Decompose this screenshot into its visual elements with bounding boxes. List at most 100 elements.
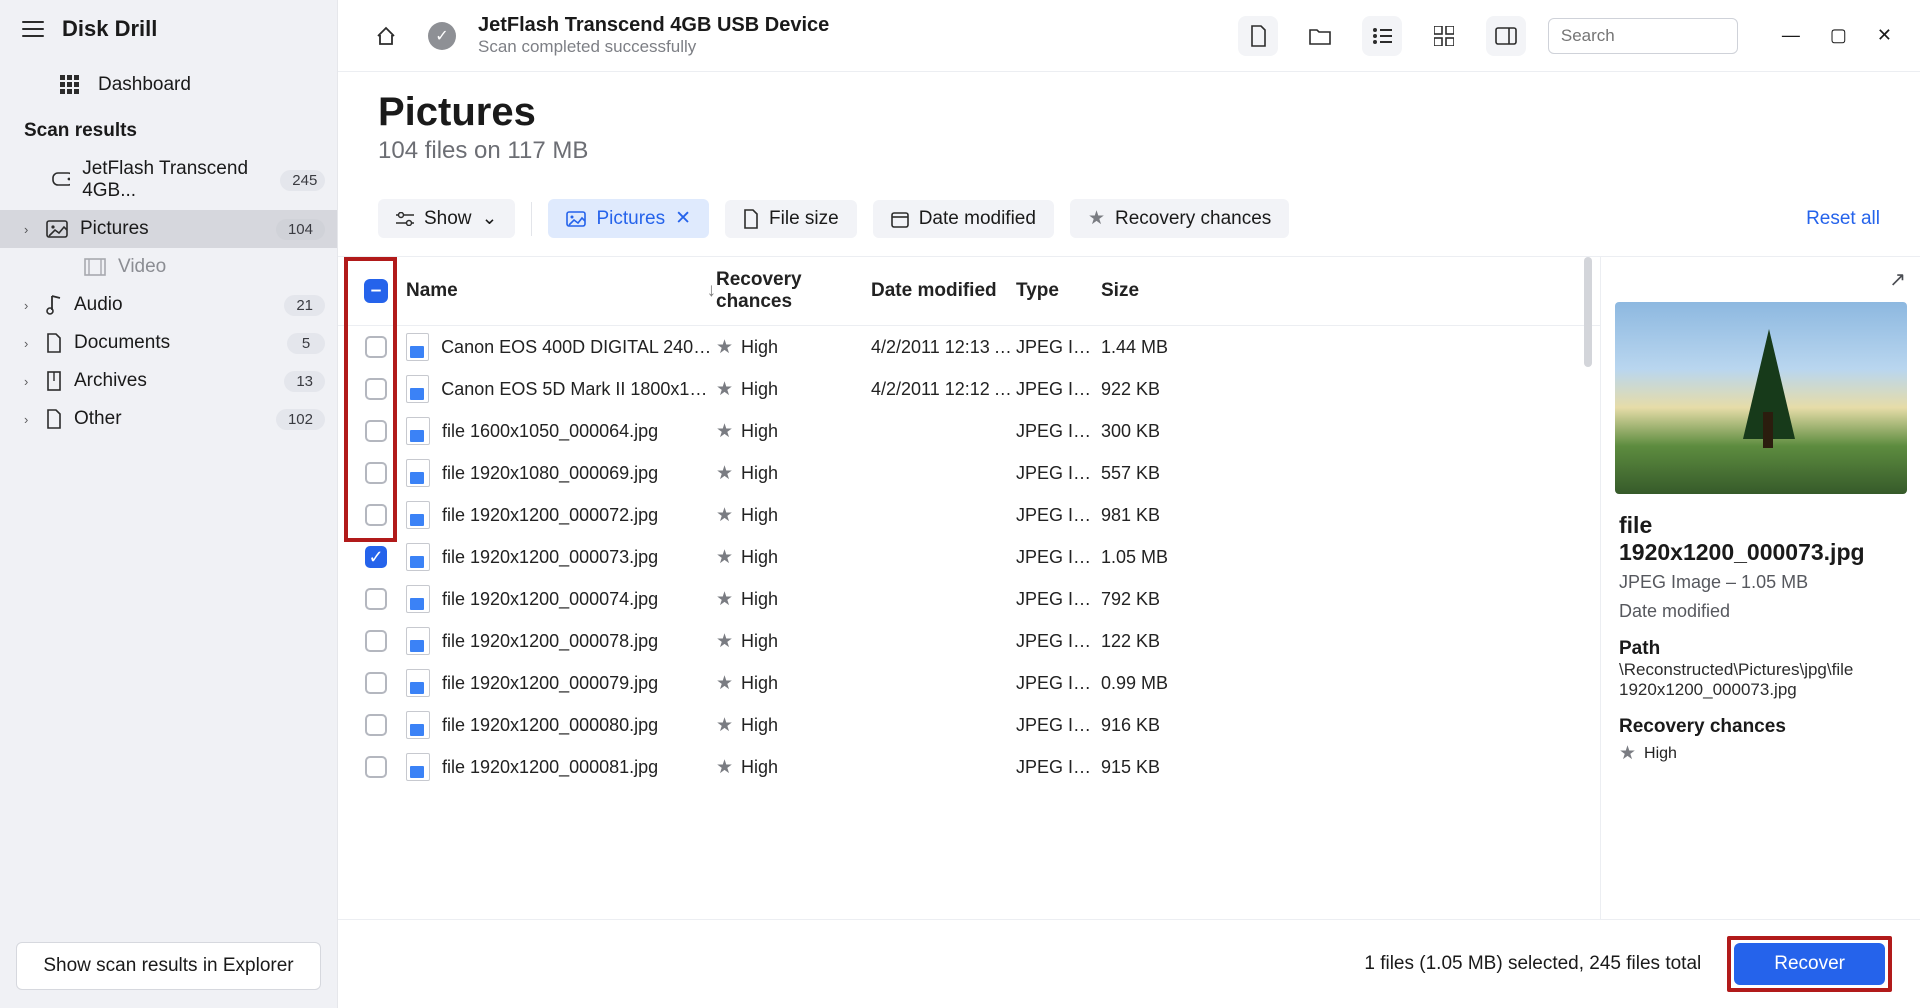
tree-item-audio[interactable]: ›Audio21 bbox=[0, 286, 337, 324]
search-box[interactable] bbox=[1548, 18, 1738, 54]
row-checkbox[interactable] bbox=[365, 462, 387, 484]
tree-item-video[interactable]: Video bbox=[0, 248, 337, 286]
file-type-icon bbox=[406, 543, 430, 571]
table-row[interactable]: ✓file 1920x1200_000073.jpg★HighJPEG Im..… bbox=[338, 536, 1600, 578]
row-checkbox[interactable] bbox=[365, 378, 387, 400]
star-icon: ★ bbox=[716, 462, 733, 485]
type-value: JPEG Im... bbox=[1016, 673, 1101, 694]
table-row[interactable]: file 1920x1200_000079.jpg★HighJPEG Im...… bbox=[338, 662, 1600, 704]
row-checkbox[interactable] bbox=[365, 420, 387, 442]
selection-status: 1 files (1.05 MB) selected, 245 files to… bbox=[1364, 953, 1701, 975]
file-name: file 1920x1200_000074.jpg bbox=[442, 589, 658, 610]
file-name: file 1920x1080_000069.jpg bbox=[442, 463, 658, 484]
minimize-icon[interactable]: — bbox=[1782, 25, 1800, 46]
file-name: Canon EOS 5D Mark II 1800x120... bbox=[441, 379, 716, 400]
size-value: 1.44 MB bbox=[1101, 337, 1201, 358]
open-external-icon[interactable]: ↗ bbox=[1889, 267, 1906, 292]
category-icon bbox=[46, 371, 62, 391]
table-row[interactable]: file 1920x1200_000080.jpg★HighJPEG Im...… bbox=[338, 704, 1600, 746]
tree-label: Documents bbox=[74, 332, 170, 354]
size-value: 792 KB bbox=[1101, 589, 1201, 610]
row-checkbox[interactable] bbox=[365, 588, 387, 610]
recovery-value: High bbox=[741, 589, 778, 610]
file-view-icon[interactable] bbox=[1238, 16, 1278, 56]
category-icon bbox=[46, 220, 68, 238]
row-checkbox[interactable] bbox=[365, 756, 387, 778]
col-date[interactable]: Date modified bbox=[871, 280, 1016, 302]
folder-view-icon[interactable] bbox=[1300, 16, 1340, 56]
reset-all-link[interactable]: Reset all bbox=[1806, 208, 1880, 230]
image-icon bbox=[566, 211, 586, 227]
filter-pictures[interactable]: Pictures ✕ bbox=[548, 199, 709, 238]
type-value: JPEG Im... bbox=[1016, 631, 1101, 652]
recovery-value: High bbox=[741, 379, 778, 400]
filter-recovery[interactable]: ★ Recovery chances bbox=[1070, 199, 1289, 238]
row-checkbox[interactable] bbox=[365, 672, 387, 694]
table-row[interactable]: Canon EOS 400D DIGITAL 2400x...★High4/2/… bbox=[338, 326, 1600, 368]
scan-subtitle: Scan completed successfully bbox=[478, 37, 829, 57]
tree-item-documents[interactable]: ›Documents5 bbox=[0, 324, 337, 362]
tree-label: Other bbox=[74, 408, 122, 430]
maximize-icon[interactable]: ▢ bbox=[1830, 25, 1847, 46]
file-type-icon bbox=[406, 711, 430, 739]
status-check-icon: ✓ bbox=[428, 22, 456, 50]
category-icon bbox=[46, 294, 62, 316]
row-checkbox[interactable] bbox=[365, 336, 387, 358]
table-row[interactable]: file 1920x1200_000072.jpg★HighJPEG Im...… bbox=[338, 494, 1600, 536]
divider bbox=[531, 202, 532, 236]
col-size[interactable]: Size bbox=[1101, 280, 1201, 302]
star-icon: ★ bbox=[716, 672, 733, 695]
show-dropdown[interactable]: Show ⌄ bbox=[378, 199, 515, 238]
col-recovery[interactable]: Recovery chances bbox=[716, 269, 871, 313]
star-icon: ★ bbox=[716, 630, 733, 653]
page-title: Pictures bbox=[378, 90, 1880, 135]
scrollbar[interactable] bbox=[1584, 326, 1592, 367]
home-icon[interactable] bbox=[366, 16, 406, 56]
grid-view-icon[interactable] bbox=[1424, 16, 1464, 56]
type-value: JPEG Im... bbox=[1016, 715, 1101, 736]
file-type-icon bbox=[406, 375, 429, 403]
table-row[interactable]: file 1920x1200_000081.jpg★HighJPEG Im...… bbox=[338, 746, 1600, 788]
row-checkbox[interactable] bbox=[365, 630, 387, 652]
tree-item-archives[interactable]: ›Archives13 bbox=[0, 362, 337, 400]
row-checkbox[interactable] bbox=[365, 504, 387, 526]
table-row[interactable]: file 1600x1050_000064.jpg★HighJPEG Im...… bbox=[338, 410, 1600, 452]
app-title: Disk Drill bbox=[62, 16, 157, 42]
table-row[interactable]: file 1920x1080_000069.jpg★HighJPEG Im...… bbox=[338, 452, 1600, 494]
remove-filter-icon[interactable]: ✕ bbox=[675, 207, 691, 230]
recover-button[interactable]: Recover bbox=[1734, 943, 1885, 985]
file-type-icon bbox=[406, 501, 430, 529]
size-value: 915 KB bbox=[1101, 757, 1201, 778]
filter-filesize[interactable]: File size bbox=[725, 200, 857, 238]
select-all-checkbox[interactable]: – bbox=[364, 279, 388, 303]
menu-icon[interactable] bbox=[22, 21, 44, 37]
recovery-value: High bbox=[741, 547, 778, 568]
panel-view-icon[interactable] bbox=[1486, 16, 1526, 56]
row-checkbox[interactable] bbox=[365, 714, 387, 736]
star-icon: ★ bbox=[716, 588, 733, 611]
col-type[interactable]: Type bbox=[1016, 280, 1101, 302]
filter-date[interactable]: Date modified bbox=[873, 200, 1054, 238]
tree-item-pictures[interactable]: ›Pictures104 bbox=[0, 210, 337, 248]
category-icon bbox=[84, 258, 106, 276]
chevron-right-icon: › bbox=[24, 412, 34, 427]
preview-image bbox=[1615, 302, 1907, 494]
star-icon: ★ bbox=[716, 378, 733, 401]
tree-device[interactable]: JetFlash Transcend 4GB... 245 bbox=[0, 150, 337, 210]
close-icon[interactable]: ✕ bbox=[1877, 25, 1892, 46]
nav-dashboard[interactable]: Dashboard bbox=[6, 64, 331, 106]
type-value: JPEG Im... bbox=[1016, 421, 1101, 442]
table-row[interactable]: file 1920x1200_000074.jpg★HighJPEG Im...… bbox=[338, 578, 1600, 620]
tree-item-other[interactable]: ›Other102 bbox=[0, 400, 337, 438]
search-input[interactable] bbox=[1561, 26, 1782, 46]
table-row[interactable]: Canon EOS 5D Mark II 1800x120...★High4/2… bbox=[338, 368, 1600, 410]
file-name: file 1920x1200_000073.jpg bbox=[442, 547, 658, 568]
sort-arrow-icon[interactable]: ↓ bbox=[707, 280, 717, 302]
row-checkbox[interactable]: ✓ bbox=[365, 546, 387, 568]
col-name[interactable]: Name bbox=[406, 280, 458, 302]
list-view-icon[interactable] bbox=[1362, 16, 1402, 56]
file-type-icon bbox=[406, 753, 430, 781]
show-in-explorer-button[interactable]: Show scan results in Explorer bbox=[16, 942, 321, 990]
table-row[interactable]: file 1920x1200_000078.jpg★HighJPEG Im...… bbox=[338, 620, 1600, 662]
detail-rec-value: High bbox=[1644, 745, 1677, 763]
